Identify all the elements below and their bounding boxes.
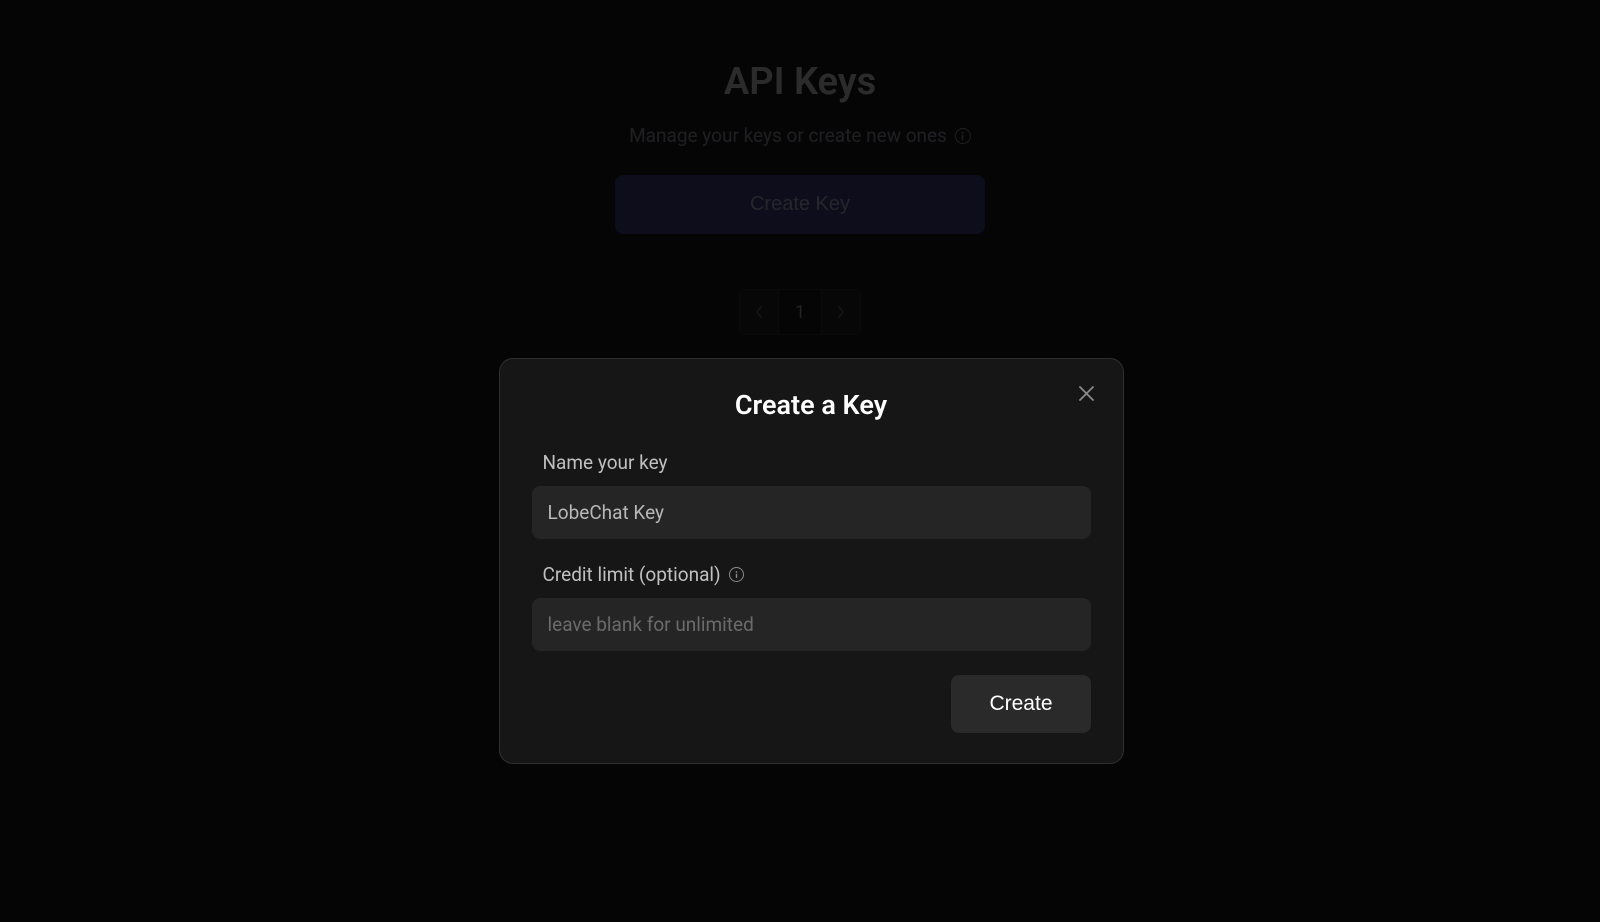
close-button[interactable] [1073,379,1101,407]
name-field-group: Name your key [532,451,1091,539]
credit-field-group: Credit limit (optional) [532,563,1091,651]
create-key-modal: Create a Key Name your key Credit limit … [499,358,1124,764]
key-name-input[interactable] [532,486,1091,539]
credit-field-label-text: Credit limit (optional) [543,563,721,586]
modal-overlay[interactable]: Create a Key Name your key Credit limit … [0,0,1600,922]
create-button[interactable]: Create [951,675,1090,733]
modal-title: Create a Key [532,389,1091,421]
credit-limit-input[interactable] [532,598,1091,651]
info-icon[interactable] [729,567,744,582]
name-field-label: Name your key [532,451,1091,474]
modal-actions: Create [532,675,1091,733]
close-icon [1079,386,1094,401]
credit-field-label: Credit limit (optional) [532,563,1091,586]
